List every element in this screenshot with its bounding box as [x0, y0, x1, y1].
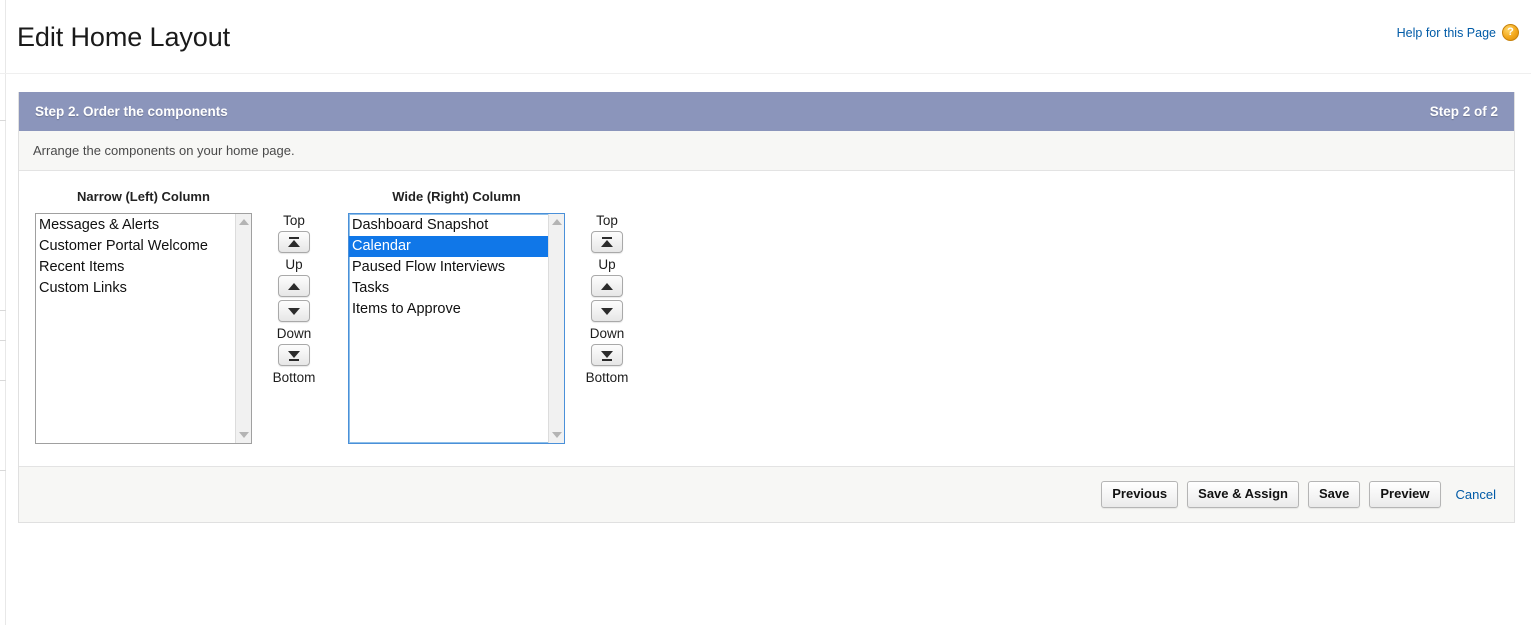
scroll-down-arrow-icon[interactable] — [236, 427, 251, 443]
narrow-column-listbox[interactable]: Messages & Alerts Customer Portal Welcome… — [35, 213, 252, 444]
narrow-move-down-label: Down — [276, 326, 312, 341]
move-to-top-icon — [601, 236, 613, 247]
wide-move-up-label: Up — [598, 257, 616, 272]
wide-move-down-button[interactable] — [591, 300, 623, 322]
narrow-move-to-top-button[interactable] — [278, 231, 310, 253]
list-item[interactable]: Messages & Alerts — [36, 215, 235, 236]
move-down-icon — [601, 307, 613, 315]
wide-column-items[interactable]: Dashboard Snapshot Calendar Paused Flow In… — [349, 214, 548, 443]
wide-move-down-label: Down — [589, 326, 625, 341]
narrow-move-to-bottom-button[interactable] — [278, 344, 310, 366]
wide-move-to-bottom-button[interactable] — [591, 344, 623, 366]
wide-move-to-top-button[interactable] — [591, 231, 623, 253]
scroll-down-arrow-icon[interactable] — [549, 427, 564, 443]
narrow-column-label: Narrow (Left) Column — [77, 189, 210, 204]
help-question-icon[interactable]: ? — [1502, 24, 1519, 41]
move-up-icon — [288, 282, 300, 290]
list-item[interactable]: Recent Items — [36, 257, 235, 278]
page-left-edge — [0, 0, 6, 625]
step-counter: Step 2 of 2 — [1429, 104, 1498, 119]
list-item[interactable]: Tasks — [349, 278, 548, 299]
wide-column-group: Wide (Right) Column Dashboard Snapshot Ca… — [348, 189, 565, 444]
preview-button[interactable]: Preview — [1369, 481, 1441, 508]
step-body: Narrow (Left) Column Messages & Alerts Cu… — [19, 171, 1514, 466]
cancel-link[interactable]: Cancel — [1456, 487, 1496, 502]
wide-move-bottom-label: Bottom — [585, 370, 629, 385]
list-item[interactable]: Custom Links — [36, 278, 235, 299]
list-item[interactable]: Dashboard Snapshot — [349, 215, 548, 236]
wide-column-label: Wide (Right) Column — [392, 189, 521, 204]
narrow-move-bottom-label: Bottom — [272, 370, 316, 385]
narrow-move-down-button[interactable] — [278, 300, 310, 322]
narrow-move-top-label: Top — [283, 213, 305, 228]
previous-button[interactable]: Previous — [1101, 481, 1179, 508]
wide-move-top-label: Top — [596, 213, 618, 228]
list-item[interactable]: Calendar — [349, 236, 548, 257]
narrow-column-scrollbar[interactable] — [235, 214, 251, 443]
scroll-up-arrow-icon[interactable] — [549, 214, 564, 230]
list-item[interactable]: Items to Approve — [349, 299, 548, 320]
page-header: Edit Home Layout Help for this Page ? — [0, 0, 1531, 74]
save-button[interactable]: Save — [1308, 481, 1361, 508]
list-item[interactable]: Paused Flow Interviews — [349, 257, 548, 278]
step-panel: Step 2. Order the components Step 2 of 2… — [18, 92, 1515, 523]
narrow-move-up-label: Up — [285, 257, 303, 272]
wide-column-move-controls: Top Up Down Bottom — [575, 211, 639, 387]
wide-column-listbox[interactable]: Dashboard Snapshot Calendar Paused Flow In… — [348, 213, 565, 444]
save-and-assign-button[interactable]: Save & Assign — [1187, 481, 1299, 508]
wide-column-scrollbar[interactable] — [548, 214, 564, 443]
scroll-up-arrow-icon[interactable] — [236, 214, 251, 230]
narrow-move-up-button[interactable] — [278, 275, 310, 297]
wide-move-up-button[interactable] — [591, 275, 623, 297]
list-item[interactable]: Customer Portal Welcome — [36, 236, 235, 257]
move-to-bottom-icon — [601, 350, 613, 361]
step-title: Step 2. Order the components — [35, 104, 228, 119]
narrow-column-move-controls: Top Up Down Bottom — [262, 211, 326, 387]
help-link-label[interactable]: Help for this Page — [1397, 26, 1496, 40]
narrow-column-group: Narrow (Left) Column Messages & Alerts Cu… — [35, 189, 252, 444]
step-description: Arrange the components on your home page… — [19, 131, 1514, 171]
help-for-this-page[interactable]: Help for this Page ? — [1397, 24, 1519, 41]
move-to-bottom-icon — [288, 350, 300, 361]
step-header: Step 2. Order the components Step 2 of 2 — [19, 92, 1514, 131]
column-arranger: Narrow (Left) Column Messages & Alerts Cu… — [35, 189, 1498, 444]
narrow-column-items[interactable]: Messages & Alerts Customer Portal Welcome… — [36, 214, 235, 443]
move-down-icon — [288, 307, 300, 315]
move-up-icon — [601, 282, 613, 290]
panel-footer: Previous Save & Assign Save Preview Canc… — [19, 466, 1514, 522]
page-title: Edit Home Layout — [17, 22, 231, 52]
edit-home-layout-page: Edit Home Layout Help for this Page ? St… — [0, 0, 1531, 625]
move-to-top-icon — [288, 236, 300, 247]
